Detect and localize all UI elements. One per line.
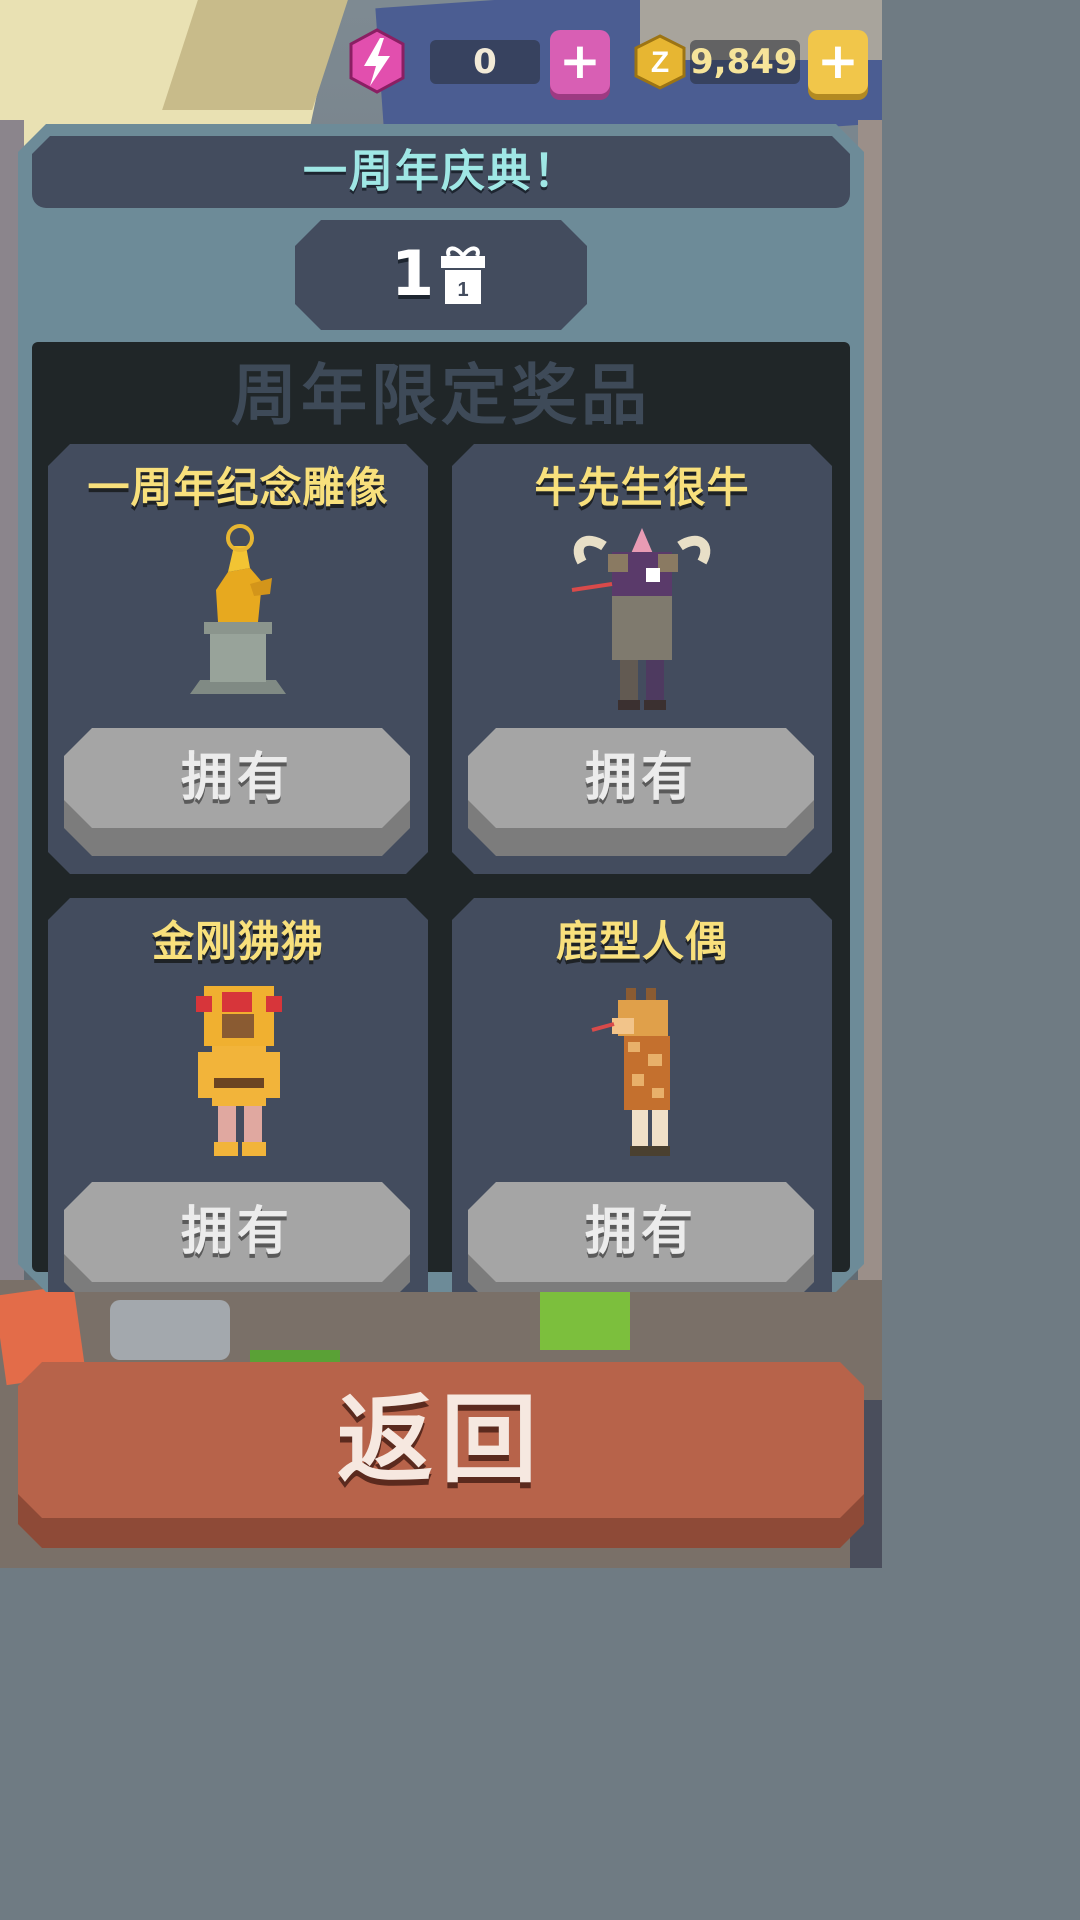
monkey-costume-icon [138,978,338,1168]
owned-button-label: 拥有 [584,1202,697,1262]
owned-button[interactable]: 拥有 [468,1182,814,1292]
lightning-gem-icon [348,28,406,94]
owned-button-label: 拥有 [180,748,293,808]
background-bush [540,1290,630,1350]
buy-coins-button[interactable]: + [808,30,868,94]
panel-title: 一周年庆典！ [303,146,579,197]
gift-counter-value: 1 [391,237,435,310]
gift-counter-badge: 1 1 [295,220,587,330]
background-elephant [110,1300,230,1360]
gift-icon: 1 [437,242,489,308]
golden-statue-icon [138,524,338,714]
anniversary-panel: 一周年庆典！ 1 1 周年限定奖品 一周年纪念雕像 拥有 牛先生很牛 拥有 金刚… [18,124,864,1292]
owned-button[interactable]: 拥有 [64,728,410,856]
owned-button-label: 拥有 [180,1202,293,1262]
reward-name: 鹿型人偶 [555,917,728,966]
section-title: 周年限定奖品 [231,357,651,434]
reward-card: 鹿型人偶 拥有 [452,898,832,1292]
gem-count: 0 [430,40,540,84]
rewards-section: 周年限定奖品 一周年纪念雕像 拥有 牛先生很牛 拥有 金刚狒狒 拥有 鹿型人偶 … [32,342,850,1292]
back-button-label: 返回 [337,1384,545,1496]
currency-bar: 0 + Z 9,849 + [0,0,882,110]
buy-gems-button[interactable]: + [550,30,610,94]
reward-name: 一周年纪念雕像 [87,463,389,512]
reward-card: 一周年纪念雕像 拥有 [48,444,428,874]
zoo-coin-icon: Z [632,34,688,90]
gift-icon-number: 1 [457,279,468,301]
coin-symbol: Z [651,46,669,79]
buffalo-costume-icon [542,524,742,714]
reward-card: 金刚狒狒 拥有 [48,898,428,1292]
giraffe-costume-icon [542,978,742,1168]
owned-button[interactable]: 拥有 [64,1182,410,1292]
reward-name: 牛先生很牛 [534,463,750,512]
reward-name: 金刚狒狒 [151,917,324,966]
back-button[interactable]: 返回 [18,1362,864,1548]
reward-card: 牛先生很牛 拥有 [452,444,832,874]
owned-button-label: 拥有 [584,748,697,808]
panel-title-bar: 一周年庆典！ [32,136,850,208]
coin-count: 9,849 [690,40,800,84]
owned-button[interactable]: 拥有 [468,728,814,856]
